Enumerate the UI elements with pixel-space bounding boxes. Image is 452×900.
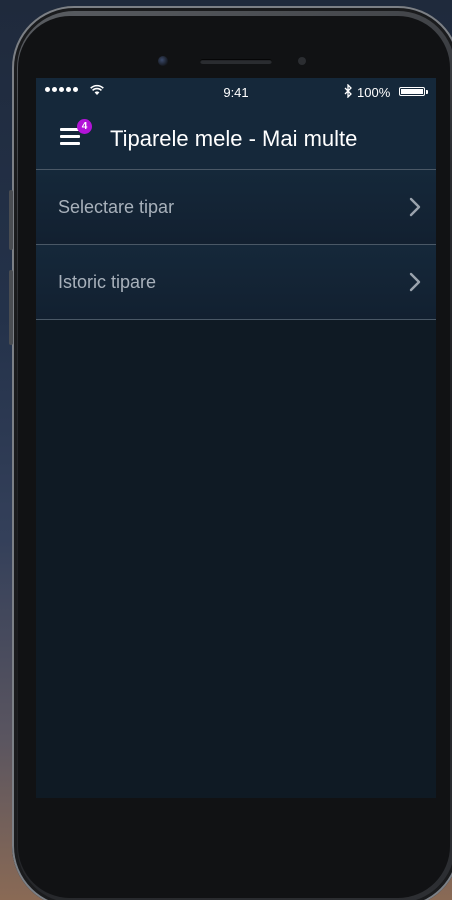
menu-icon-bar bbox=[60, 135, 80, 138]
page-title: Tiparele mele - Mai multe bbox=[110, 126, 358, 151]
volume-up-button bbox=[9, 190, 13, 250]
front-camera bbox=[158, 56, 168, 66]
battery-icon bbox=[399, 87, 425, 96]
chevron-right-icon bbox=[409, 197, 421, 217]
battery-percentage: 100% bbox=[357, 85, 391, 100]
app-screen: 9:41 100% 4 Tiparele mele - Mai multe Se… bbox=[36, 78, 436, 798]
menu-button[interactable]: 4 bbox=[56, 119, 92, 154]
list-item-selectare-tipar[interactable]: Selectare tipar bbox=[36, 170, 436, 245]
proximity-sensor bbox=[298, 57, 306, 65]
battery-tip bbox=[426, 90, 428, 94]
navigation-bar: 4 Tiparele mele - Mai multe bbox=[36, 106, 436, 170]
list-item-label: Selectare tipar bbox=[58, 197, 175, 217]
volume-down-button bbox=[9, 270, 13, 345]
list-item-label: Istoric tipare bbox=[58, 272, 157, 292]
options-list: Selectare tipar Istoric tipare bbox=[36, 170, 436, 320]
earpiece-speaker bbox=[200, 59, 272, 64]
menu-icon-bar bbox=[60, 142, 80, 145]
chevron-right-icon bbox=[409, 272, 421, 292]
notification-badge: 4 bbox=[77, 119, 92, 134]
list-item-istoric-tipare[interactable]: Istoric tipare bbox=[36, 245, 436, 320]
bluetooth-icon bbox=[344, 84, 352, 98]
status-bar: 9:41 100% bbox=[36, 78, 436, 106]
